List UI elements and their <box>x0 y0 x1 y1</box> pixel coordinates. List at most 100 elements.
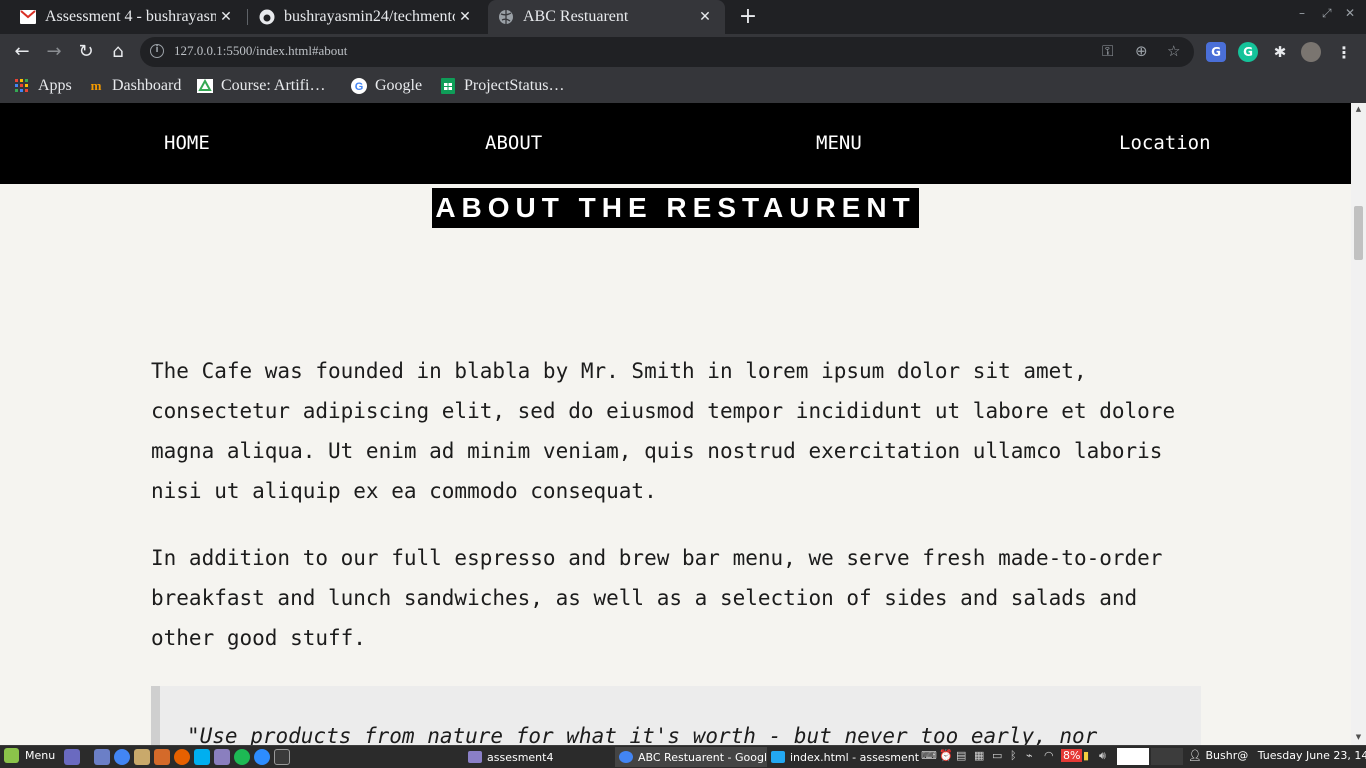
bookmarks-bar: Apps m Dashboard Course: Artifi… G Googl… <box>0 70 1366 103</box>
skype-launcher-icon[interactable] <box>194 749 210 765</box>
alarm-icon[interactable]: ⏰ <box>939 749 953 762</box>
app-launcher-icon[interactable] <box>214 749 230 765</box>
gmail-icon <box>20 9 36 25</box>
taskbar-window-label: ABC Restuarent - Googl… <box>638 750 767 764</box>
nav-menu-link[interactable]: MENU <box>816 132 862 154</box>
page-scrollbar[interactable]: ▲ ▼ <box>1351 103 1366 745</box>
close-tab-icon[interactable]: ✕ <box>695 9 715 25</box>
taskbar-window-chrome[interactable]: ABC Restuarent - Googl… <box>615 747 767 767</box>
show-desktop-icon[interactable] <box>64 749 80 765</box>
bluetooth-icon[interactable]: ᛒ <box>1010 749 1017 762</box>
vscode-icon <box>771 751 785 763</box>
about-paragraph-founding: The Cafe was founded in blabla by Mr. Sm… <box>151 359 1176 503</box>
new-tab-button[interactable]: + <box>737 3 759 31</box>
workspace-1[interactable] <box>1117 748 1149 765</box>
taskbar-window-assesment4[interactable]: assesment4 <box>464 747 614 767</box>
nav-home-link[interactable]: HOME <box>164 132 210 154</box>
page-viewport: HOME ABOUT MENU Location ABOUT THE RESTA… <box>0 103 1351 745</box>
terminal-launcher-icon[interactable] <box>274 749 290 765</box>
spotify-launcher-icon[interactable] <box>234 749 250 765</box>
zoom-launcher-icon[interactable] <box>254 749 270 765</box>
keyboard-icon[interactable]: ⌨ <box>921 749 937 762</box>
chrome-launcher-icon[interactable] <box>114 749 130 765</box>
about-paragraph-menu: In addition to our full espresso and bre… <box>151 546 1163 650</box>
bookmark-label: Course: Artifi… <box>221 77 326 94</box>
quote-block: "Use products from nature for what it's … <box>151 686 1201 745</box>
quote-text: "Use products from nature for what it's … <box>187 724 1098 745</box>
start-menu-button[interactable]: Menu <box>4 748 55 763</box>
globe-icon <box>498 9 514 25</box>
restore-window-icon[interactable]: ⤢ <box>1322 6 1332 21</box>
google-icon: G <box>351 78 367 94</box>
reload-icon[interactable]: ↻ <box>74 40 98 64</box>
bookmark-dashboard[interactable]: m Dashboard <box>88 75 182 97</box>
back-arrow-icon[interactable]: ← <box>10 40 34 64</box>
user-and-clock[interactable]: 👤︎ Bushr@ Tuesday June 23, 14:04 <box>1188 749 1366 762</box>
app-launcher-icon[interactable] <box>134 749 150 765</box>
close-window-icon[interactable]: ✕ <box>1345 6 1355 20</box>
profile-avatar[interactable] <box>1301 42 1321 62</box>
drive-icon <box>197 78 213 94</box>
extensions-puzzle-icon[interactable]: ✱ <box>1270 42 1290 62</box>
tab-abc-restuarent[interactable]: ABC Restuarent ✕ <box>488 0 725 34</box>
volume-icon[interactable]: 🔊︎ <box>1099 749 1106 763</box>
folder-icon <box>468 751 482 763</box>
dashboard-icon: m <box>90 78 102 93</box>
tab-title: bushrayasmin24/techmentor <box>284 8 455 25</box>
user-name: Bushr@ <box>1205 749 1249 762</box>
zoom-icon[interactable]: ⊕ <box>1135 42 1148 60</box>
files-icon[interactable] <box>94 749 110 765</box>
browser-tab-strip: Assessment 4 - bushrayasmin24 ✕ bushraya… <box>0 0 1366 34</box>
chrome-icon <box>619 751 633 763</box>
address-bar[interactable]: i 127.0.0.1:5500/index.html#about ⚿ ⊕ ☆ <box>140 37 1194 67</box>
tab-github[interactable]: bushrayasmin24/techmentor ✕ <box>249 0 485 34</box>
scroll-down-arrow-icon[interactable]: ▼ <box>1354 733 1363 741</box>
browser-toolbar: ← → ↻ ⌂ i 127.0.0.1:5500/index.html#abou… <box>0 34 1366 70</box>
bookmark-label: Apps <box>38 77 72 94</box>
close-tab-icon[interactable]: ✕ <box>216 9 236 25</box>
sheets-icon <box>440 78 456 94</box>
firefox-launcher-icon[interactable] <box>174 749 190 765</box>
close-tab-icon[interactable]: ✕ <box>455 9 475 25</box>
clock: Tuesday June 23, 14:04 <box>1257 749 1366 762</box>
browser-menu-icon[interactable]: ⋮ <box>1334 42 1354 62</box>
bookmark-projectstatus[interactable]: ProjectStatus… <box>440 75 564 97</box>
translate-extension-icon[interactable]: G <box>1206 42 1226 62</box>
bookmark-google[interactable]: G Google <box>351 75 422 97</box>
tab-assessment[interactable]: Assessment 4 - bushrayasmin24 ✕ <box>10 0 246 34</box>
home-icon[interactable]: ⌂ <box>106 40 130 64</box>
workspace-2[interactable] <box>1151 748 1183 765</box>
nav-location-link[interactable]: Location <box>1119 132 1211 154</box>
scroll-up-arrow-icon[interactable]: ▲ <box>1354 105 1363 113</box>
about-heading: ABOUT THE RESTAURENT <box>432 188 919 228</box>
sublime-launcher-icon[interactable] <box>154 749 170 765</box>
mint-logo-icon <box>4 748 19 763</box>
display-icon[interactable]: ▭ <box>992 749 1002 762</box>
address-url[interactable]: 127.0.0.1:5500/index.html#about <box>174 43 347 59</box>
github-icon <box>259 9 275 25</box>
taskbar-window-vscode[interactable]: index.html - assesment… <box>767 747 919 767</box>
bookmark-apps[interactable]: Apps <box>14 75 72 97</box>
network-icon[interactable]: ⌁ <box>1026 749 1033 762</box>
scrollbar-thumb[interactable] <box>1354 206 1363 260</box>
apps-grid-icon <box>14 78 30 94</box>
battery-badge[interactable]: 8% <box>1061 749 1083 762</box>
bookmark-label: Google <box>375 77 423 94</box>
tab-divider <box>247 9 248 25</box>
bookmark-course[interactable]: Course: Artifi… <box>197 75 325 97</box>
tab-title: ABC Restuarent <box>523 8 629 25</box>
tab-title: Assessment 4 - bushrayasmin24 <box>45 8 216 25</box>
wifi-icon[interactable]: ◠ <box>1044 749 1054 762</box>
site-info-icon[interactable]: i <box>150 44 164 58</box>
nav-about-link[interactable]: ABOUT <box>485 132 542 154</box>
battery-icon[interactable]: ▮ <box>1083 749 1089 762</box>
notes-icon[interactable]: ▤ <box>956 749 966 762</box>
minimize-window-icon[interactable]: – <box>1299 6 1305 20</box>
grammarly-extension-icon[interactable]: G <box>1238 42 1258 62</box>
forward-arrow-icon[interactable]: → <box>42 40 66 64</box>
taskbar-window-label: assesment4 <box>487 750 554 764</box>
key-icon[interactable]: ⚿ <box>1102 42 1113 60</box>
clipboard-icon[interactable]: ▦ <box>974 749 984 762</box>
bookmark-label: ProjectStatus… <box>464 77 565 94</box>
bookmark-star-icon[interactable]: ☆ <box>1167 42 1180 60</box>
